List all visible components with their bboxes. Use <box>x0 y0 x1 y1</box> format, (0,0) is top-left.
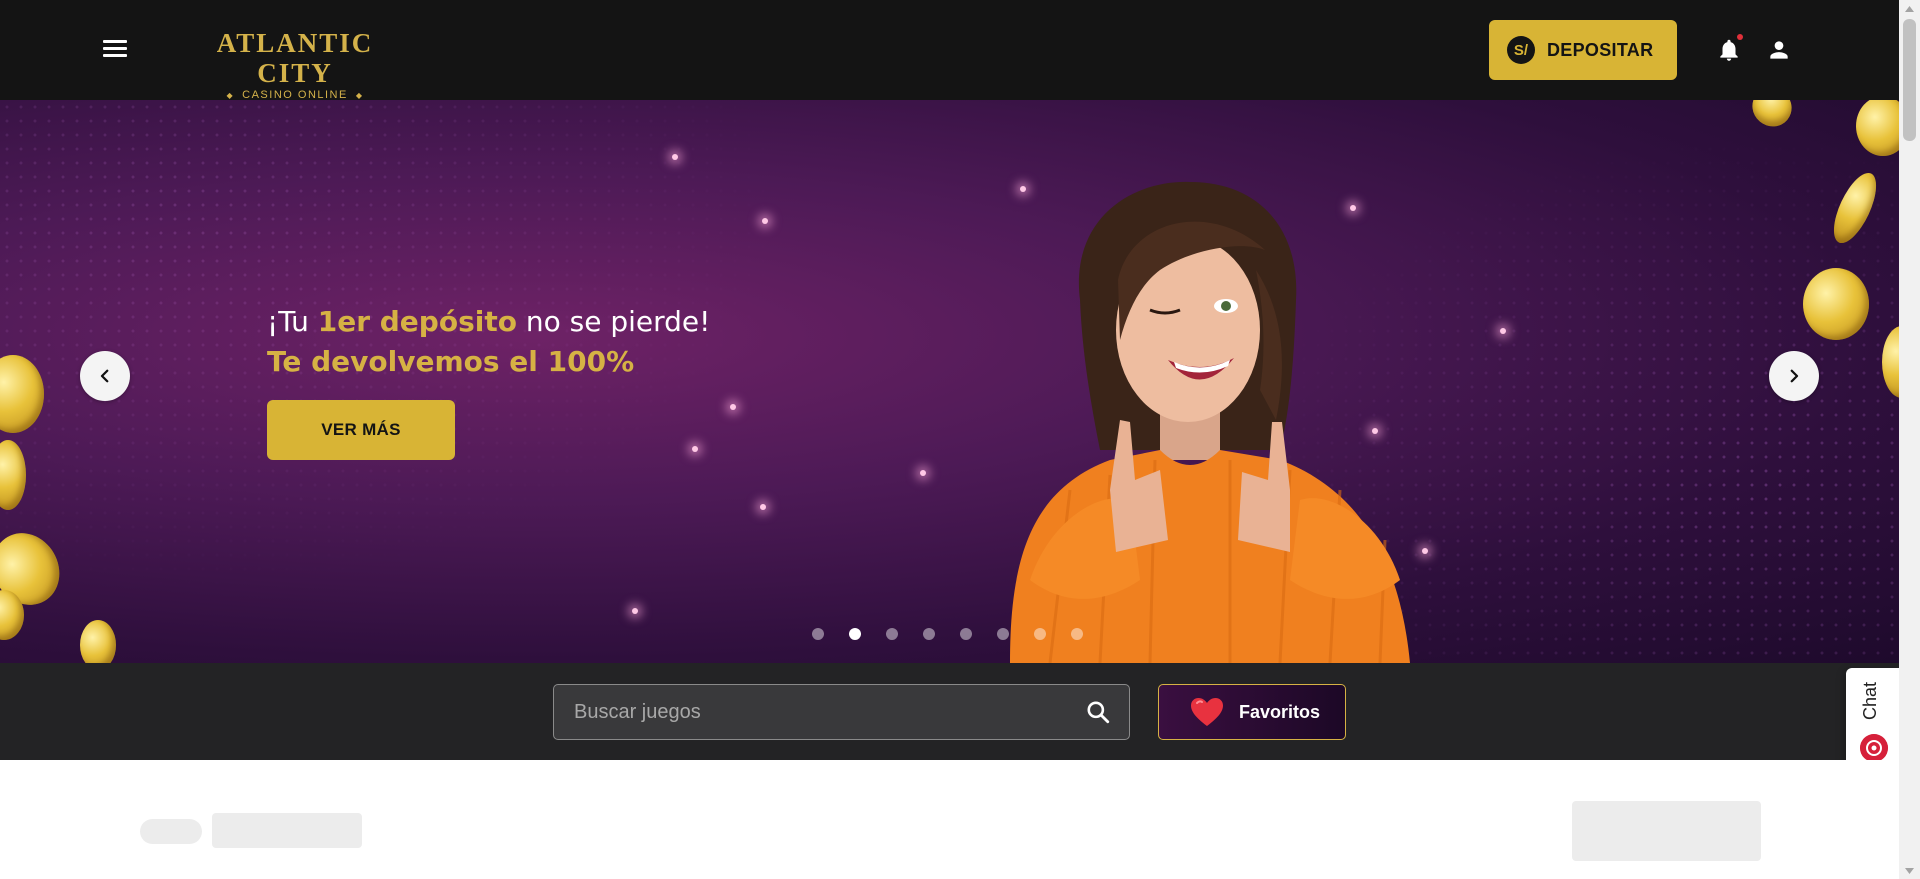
carousel-indicator-dot[interactable] <box>812 628 824 640</box>
logo[interactable]: ATLANTIC CITY ◆ CASINO ONLINE ◆ <box>180 28 410 101</box>
sparkle <box>672 154 678 160</box>
carousel-indicator-dot[interactable] <box>1071 628 1083 640</box>
carousel-indicator-dot[interactable] <box>960 628 972 640</box>
search-strip: Favoritos <box>0 663 1899 760</box>
carousel-indicator-dot[interactable] <box>923 628 935 640</box>
page-scrollbar[interactable] <box>1899 0 1920 879</box>
hero-banner: ¡Tu 1er depósito no se pierde! Te devolv… <box>0 100 1899 663</box>
favorites-label: Favoritos <box>1239 701 1321 722</box>
search-box[interactable] <box>553 684 1130 740</box>
ver-mas-label: VER MÁS <box>321 420 401 439</box>
sparkle <box>632 608 638 614</box>
skeleton-button <box>1572 801 1761 861</box>
scroll-down-arrow-icon[interactable] <box>1899 862 1920 879</box>
chat-icon <box>1860 734 1888 762</box>
woman-illustration <box>1010 181 1410 663</box>
gold-coin <box>80 620 116 663</box>
sparkle <box>692 446 698 452</box>
chevron-left-icon <box>100 369 109 383</box>
hero-headline: ¡Tu 1er depósito no se pierde! Te devolv… <box>267 302 710 382</box>
bell-icon[interactable] <box>1716 36 1742 64</box>
sparkle <box>760 504 766 510</box>
carousel-indicator-dot[interactable] <box>849 628 861 640</box>
heart-icon <box>1191 698 1223 726</box>
skeleton-title <box>212 813 362 848</box>
hero-headline-line1: ¡Tu 1er depósito no se pierde! <box>267 302 710 342</box>
top-header: ATLANTIC CITY ◆ CASINO ONLINE ◆ S/ DEPOSIT… <box>0 0 1899 101</box>
sparkle <box>920 470 926 476</box>
carousel-prev-button[interactable] <box>80 351 130 401</box>
carousel-indicators <box>812 628 1083 640</box>
search-icon[interactable] <box>1085 699 1111 725</box>
carousel-indicator-dot[interactable] <box>997 628 1009 640</box>
scroll-up-arrow-icon[interactable] <box>1899 0 1920 17</box>
deposit-button[interactable]: S/ DEPOSITAR <box>1489 20 1677 80</box>
notification-dot <box>1737 34 1743 40</box>
chevron-right-icon <box>1790 369 1799 383</box>
hero-subheadline: Te devolvemos el 100% <box>267 345 635 378</box>
skeleton-pill <box>140 819 202 844</box>
carousel-next-button[interactable] <box>1769 351 1819 401</box>
currency-icon: S/ <box>1507 36 1535 64</box>
content-loading-area <box>0 760 1899 879</box>
user-icon[interactable] <box>1766 36 1792 64</box>
search-input[interactable] <box>574 700 1085 724</box>
hamburger-menu-icon[interactable] <box>100 36 130 64</box>
gold-coin <box>1803 268 1869 340</box>
favorites-button[interactable]: Favoritos <box>1158 684 1346 740</box>
headline-prefix: ¡Tu <box>267 305 318 338</box>
headline-highlight: 1er depósito <box>317 305 517 338</box>
headline-suffix: no se pierde! <box>516 305 711 338</box>
chat-label: Chat <box>1860 682 1880 721</box>
carousel-indicator-dot[interactable] <box>1034 628 1046 640</box>
deposit-label: DEPOSITAR <box>1547 39 1654 60</box>
ver-mas-button[interactable]: VER MÁS <box>267 400 455 460</box>
carousel-indicator-dot[interactable] <box>886 628 898 640</box>
logo-title: ATLANTIC CITY <box>216 28 374 88</box>
chat-widget-tab[interactable]: Chat <box>1846 668 1899 774</box>
scrollbar-thumb[interactable] <box>1903 19 1916 141</box>
sparkle <box>762 218 768 224</box>
sparkle <box>1500 328 1506 334</box>
sparkle <box>730 404 736 410</box>
page: ATLANTIC CITY ◆ CASINO ONLINE ◆ S/ DEPOSIT… <box>0 0 1920 879</box>
